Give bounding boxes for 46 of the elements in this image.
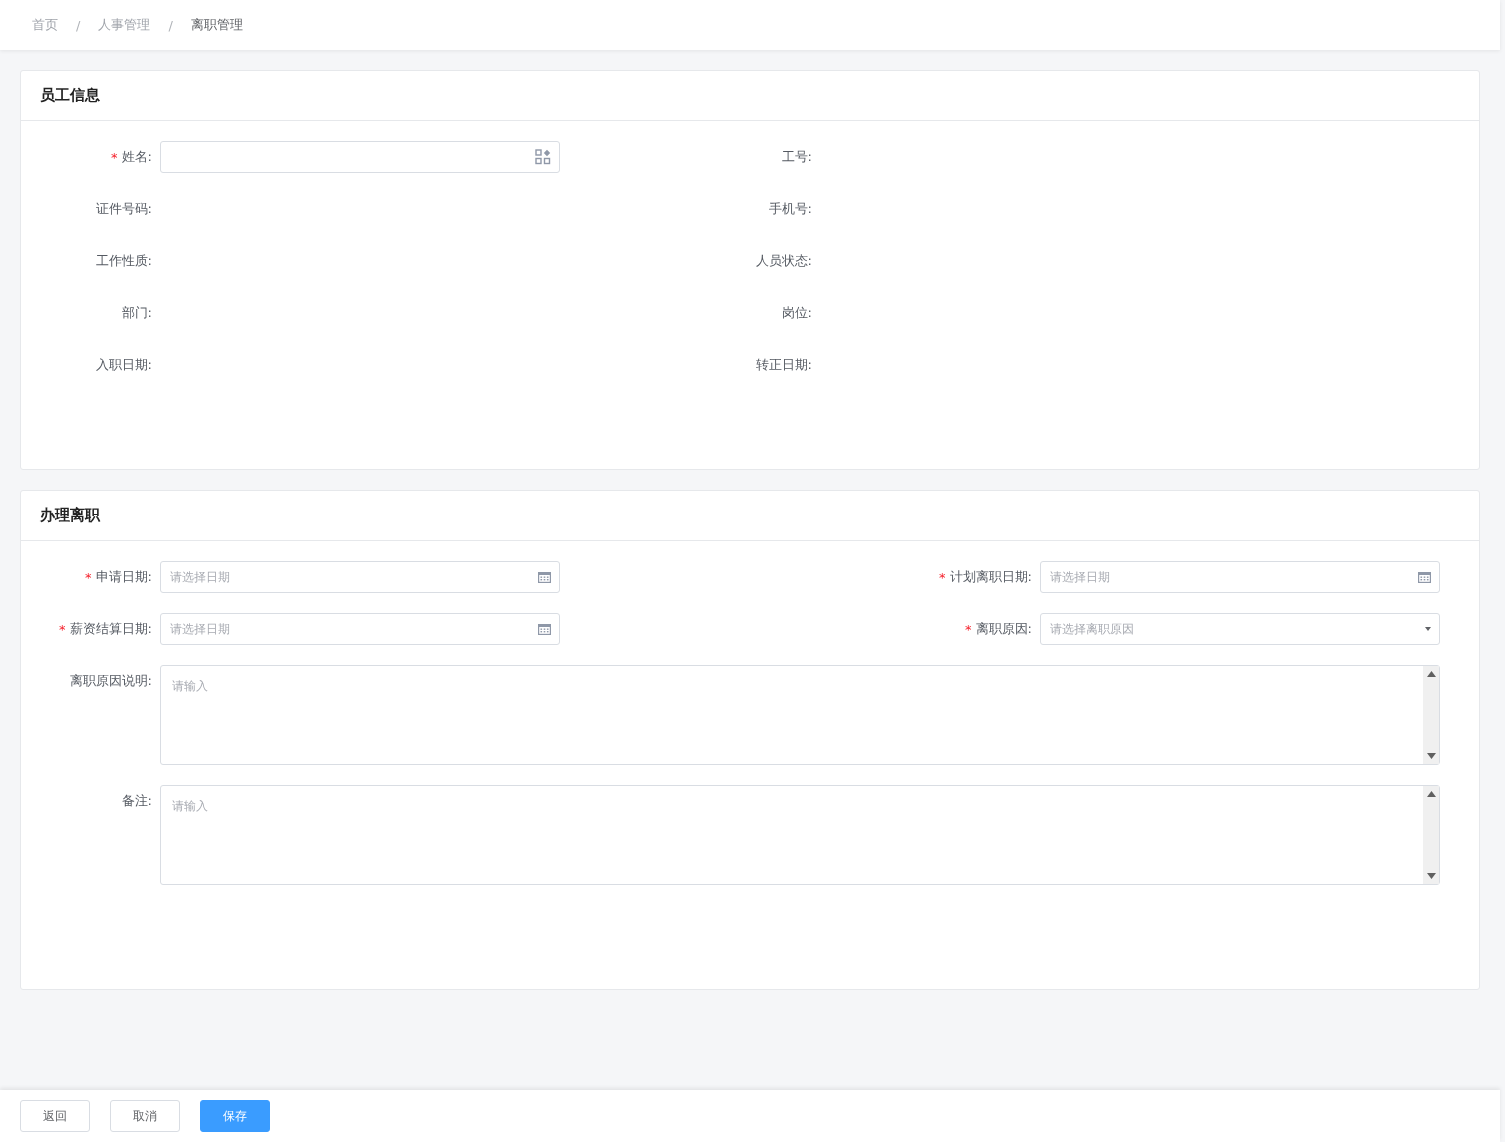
required-mark: * (111, 149, 118, 165)
date-picker-field[interactable]: 请选择日期 (160, 561, 560, 593)
required-mark: * (965, 621, 972, 637)
name-input-field[interactable] (160, 141, 560, 173)
breadcrumb-link[interactable]: 离职管理 (190, 16, 243, 34)
field-label: 工作性质: (95, 252, 152, 270)
scrollbar[interactable] (1423, 666, 1439, 764)
calendar-icon[interactable] (1418, 571, 1431, 583)
field-label: 转正日期: (755, 356, 812, 374)
field-label: 薪资结算日期: (69, 620, 152, 638)
field-label: 备注: (121, 792, 152, 810)
field-label: 离职原因: (975, 620, 1032, 638)
field-label: 证件号码: (95, 200, 152, 218)
scroll-down-arrow-icon[interactable] (1426, 873, 1436, 879)
required-mark: * (85, 569, 92, 585)
field-label: 人员状态: (755, 252, 812, 270)
caret-down-icon (1425, 627, 1431, 631)
field-label: 姓名: (121, 148, 152, 166)
scroll-down-arrow-icon[interactable] (1426, 753, 1436, 759)
action-button[interactable]: 取消 (110, 1100, 180, 1132)
field-label: 离职原因说明: (69, 672, 152, 690)
required-mark: * (59, 621, 66, 637)
textarea-field[interactable]: 请输入 (160, 785, 1440, 885)
breadcrumb-separator: / (168, 17, 173, 33)
section-title: 办理离职 (40, 506, 100, 525)
calendar-icon[interactable] (538, 623, 551, 635)
date-picker-field[interactable]: 请选择日期 (1040, 561, 1440, 593)
field-label: 工号: (781, 148, 812, 166)
breadcrumb-separator: / (76, 17, 81, 33)
action-button[interactable]: 返回 (20, 1100, 90, 1132)
calendar-icon[interactable] (538, 571, 551, 583)
required-mark: * (939, 569, 946, 585)
field-label: 计划离职日期: (949, 568, 1032, 586)
field-label: 岗位: (781, 304, 812, 322)
scroll-up-arrow-icon[interactable] (1426, 791, 1436, 797)
scrollbar[interactable] (1423, 786, 1439, 884)
textarea-field[interactable]: 请输入 (160, 665, 1440, 765)
scroll-up-arrow-icon[interactable] (1426, 671, 1436, 677)
field-label: 申请日期: (95, 568, 152, 586)
date-picker-field[interactable]: 请选择日期 (160, 613, 560, 645)
field-label: 入职日期: (95, 356, 152, 374)
field-label: 部门: (121, 304, 152, 322)
select-dropdown[interactable]: 请选择离职原因 (1040, 613, 1440, 645)
section-title: 员工信息 (40, 86, 100, 105)
field-label: 手机号: (768, 200, 812, 218)
grid-picker-icon[interactable] (535, 149, 551, 165)
